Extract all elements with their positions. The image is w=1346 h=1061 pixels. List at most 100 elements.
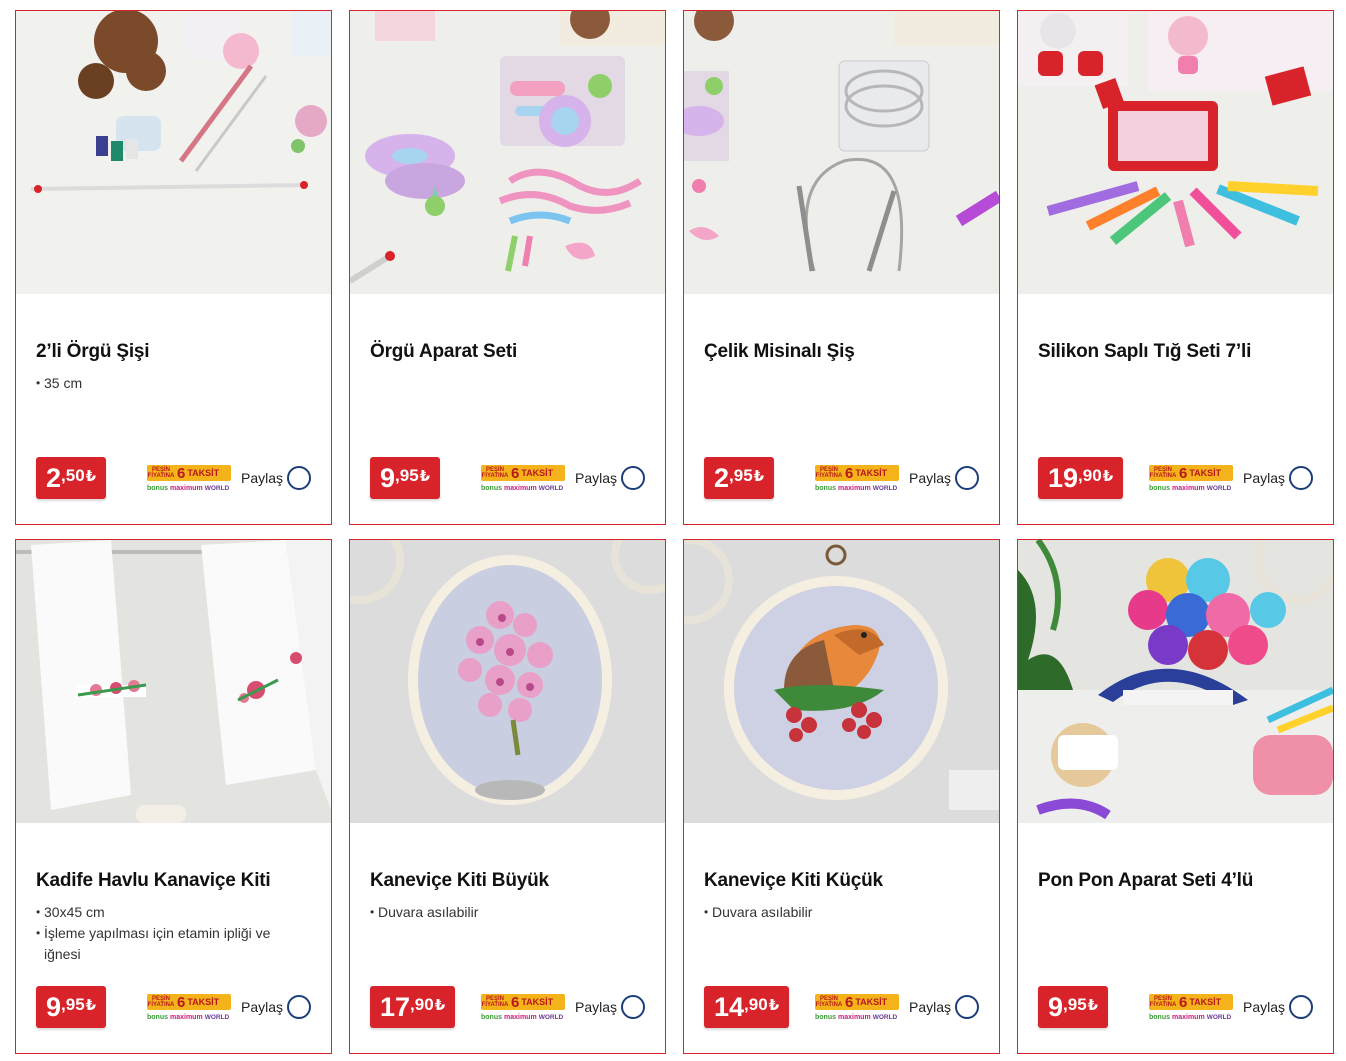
price-main: 2 (46, 462, 62, 493)
product-image[interactable] (350, 540, 665, 823)
share-control[interactable]: Paylaş (241, 466, 312, 490)
price-decimal: ,95 (395, 466, 419, 485)
product-image[interactable] (1018, 540, 1333, 823)
bonus-logo: bonus (1149, 484, 1170, 492)
taksit-count: 6 (177, 464, 186, 482)
product-title[interactable]: 2’li Örgü Şişi (36, 341, 316, 363)
installment-badge: PEŞİN FİYATINA 6 TAKSİT bonus maximum WORLD (815, 465, 899, 495)
share-control[interactable]: Paylaş (909, 995, 980, 1019)
taksit-label: TAKSİT (521, 468, 554, 478)
taksit-pesin: PEŞİN FİYATINA (815, 467, 843, 479)
product-image[interactable] (684, 11, 999, 294)
price-badge: 14,90 ₺ (704, 986, 790, 1028)
product-card[interactable]: Örgü Aparat Seti 9,95 ₺ PEŞİN FİYATINA 6 TA… (349, 10, 666, 525)
product-image[interactable] (16, 11, 331, 294)
share-circle-icon[interactable] (955, 995, 980, 1019)
bonus-logo: bonus (481, 484, 502, 492)
maximum-logo: maximum (838, 484, 871, 492)
share-circle-icon[interactable] (955, 466, 980, 490)
bonus-logo: bonus (481, 1013, 502, 1021)
price-main: 9 (1048, 991, 1064, 1022)
product-image[interactable] (684, 540, 999, 823)
product-card[interactable]: Kadife Havlu Kanaviçe Kiti 30x45 cm İşle… (15, 539, 332, 1054)
share-label[interactable]: Paylaş (241, 999, 283, 1015)
price-decimal: ,95 (1063, 995, 1087, 1014)
share-label[interactable]: Paylaş (909, 470, 951, 486)
share-circle-icon[interactable] (287, 466, 312, 490)
taksit-label: TAKSİT (187, 468, 220, 478)
world-logo: WORLD (204, 1013, 230, 1021)
product-features: Duvara asılabilir (370, 902, 620, 923)
product-card[interactable]: 2’li Örgü Şişi 35 cm 2,50₺ PEŞİN FİYATIN… (15, 10, 332, 525)
product-image[interactable] (16, 540, 331, 823)
share-control[interactable]: Paylaş (1243, 995, 1314, 1019)
currency-symbol: ₺ (768, 997, 780, 1014)
share-control[interactable]: Paylaş (241, 995, 312, 1019)
price-main: 9 (46, 991, 62, 1022)
price-decimal: ,90 (744, 995, 768, 1014)
currency-symbol: ₺ (434, 997, 446, 1014)
feature-item: İşleme yapılması için etamin ipliği ve i… (36, 923, 286, 965)
installment-badge: PEŞİN FİYATINA 6 TAKSİT bonus maximum WORLD (481, 994, 565, 1024)
share-label[interactable]: Paylaş (1243, 999, 1285, 1015)
product-title[interactable]: Kaneviçe Kiti Büyük (370, 870, 650, 892)
product-title[interactable]: Silikon Saplı Tığ Seti 7’li (1038, 341, 1318, 363)
share-circle-icon[interactable] (287, 995, 312, 1019)
taksit-pesin: PEŞİN FİYATINA (147, 467, 175, 479)
product-title[interactable]: Kaneviçe Kiti Küçük (704, 870, 984, 892)
share-circle-icon[interactable] (1289, 995, 1314, 1019)
product-title[interactable]: Örgü Aparat Seti (370, 341, 650, 363)
share-control[interactable]: Paylaş (575, 995, 646, 1019)
price-badge: 17,90 ₺ (370, 986, 456, 1028)
share-circle-icon[interactable] (1289, 466, 1314, 490)
price-main: 17 (380, 991, 411, 1022)
currency-symbol: ₺ (1102, 468, 1114, 485)
currency-symbol: ₺ (753, 468, 765, 485)
product-card[interactable]: Çelik Misinalı Şiş 2,95 ₺ PEŞİN FİYATINA 6… (683, 10, 1000, 525)
share-circle-icon[interactable] (621, 995, 646, 1019)
currency-symbol: ₺ (419, 468, 431, 485)
price-main: 2 (714, 462, 730, 493)
share-label[interactable]: Paylaş (1243, 470, 1285, 486)
bonus-logo: bonus (1149, 1013, 1170, 1021)
share-label[interactable]: Paylaş (575, 470, 617, 486)
product-title[interactable]: Çelik Misinalı Şiş (704, 341, 984, 363)
bonus-logo: bonus (147, 484, 168, 492)
share-control[interactable]: Paylaş (575, 466, 646, 490)
share-label[interactable]: Paylaş (241, 470, 283, 486)
bonus-logo: bonus (815, 1013, 836, 1021)
maximum-logo: maximum (838, 1013, 871, 1021)
currency-symbol: ₺ (1087, 997, 1099, 1014)
taksit-label: TAKSİT (187, 997, 220, 1007)
share-circle-icon[interactable] (621, 466, 646, 490)
product-features: Duvara asılabilir (704, 902, 954, 923)
taksit-count: 6 (1179, 993, 1188, 1011)
product-card[interactable]: Silikon Saplı Tığ Seti 7’li 19,90 ₺ PEŞİN… (1017, 10, 1334, 525)
share-label[interactable]: Paylaş (909, 999, 951, 1015)
feature-item: 35 cm (36, 373, 286, 394)
taksit-count: 6 (177, 993, 186, 1011)
price-badge: 9,95 ₺ (370, 457, 441, 499)
product-image[interactable] (350, 11, 665, 294)
taksit-count: 6 (845, 464, 854, 482)
feature-item: 30x45 cm (36, 902, 286, 923)
share-control[interactable]: Paylaş (1243, 466, 1314, 490)
product-features: 35 cm (36, 373, 286, 394)
share-control[interactable]: Paylaş (909, 466, 980, 490)
maximum-logo: maximum (1172, 484, 1205, 492)
product-card[interactable]: Pon Pon Aparat Seti 4’lü 9,95 ₺ PEŞİN FİY… (1017, 539, 1334, 1054)
maximum-logo: maximum (504, 484, 537, 492)
taksit-pesin: PEŞİN FİYATINA (1149, 467, 1177, 479)
product-card[interactable]: Kaneviçe Kiti Küçük Duvara asılabilir 14… (683, 539, 1000, 1054)
product-title[interactable]: Pon Pon Aparat Seti 4’lü (1038, 870, 1318, 892)
product-image[interactable] (1018, 11, 1333, 294)
world-logo: WORLD (538, 484, 564, 492)
share-label[interactable]: Paylaş (575, 999, 617, 1015)
price-badge: 2,95 ₺ (704, 457, 775, 499)
product-card[interactable]: Kaneviçe Kiti Büyük Duvara asılabilir 17… (349, 539, 666, 1054)
price-badge: 2,50 ₺ (36, 457, 107, 499)
taksit-count: 6 (845, 993, 854, 1011)
product-title[interactable]: Kadife Havlu Kanaviçe Kiti (36, 870, 316, 892)
price-decimal: ,90 (410, 995, 434, 1014)
world-logo: WORLD (872, 1013, 898, 1021)
